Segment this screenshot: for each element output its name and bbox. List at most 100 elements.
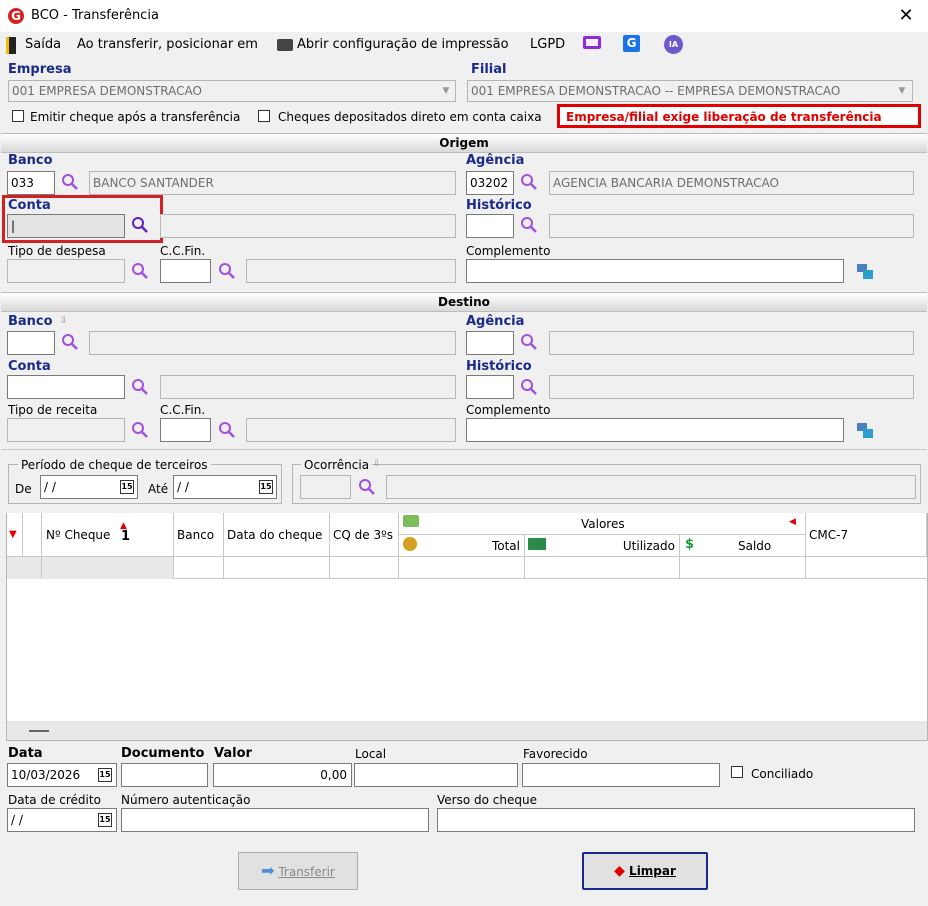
- empresa-select[interactable]: 001 EMPRESA DEMONSTRACAO: [8, 80, 456, 102]
- destino-banco-label: Banco: [8, 314, 53, 329]
- ocorrencia-code[interactable]: [300, 475, 351, 499]
- print-config-button[interactable]: Abrir configuração de impressão: [297, 38, 509, 52]
- limpar-button[interactable]: ◆ Limpar: [582, 852, 708, 890]
- position-button[interactable]: Ao transferir, posicionar em: [77, 38, 258, 52]
- grid-col-banco-label: Banco: [177, 528, 215, 542]
- grid-col-cheque[interactable]: Nº Cheque ▲ 1: [42, 513, 174, 557]
- exit-icon[interactable]: [6, 37, 16, 54]
- origem-historico-search-icon[interactable]: [520, 216, 538, 234]
- origem-tipo-input[interactable]: [7, 259, 125, 283]
- grid-col-cq-label: CQ de 3ºs: [333, 528, 393, 542]
- valor-label: Valor: [214, 746, 252, 761]
- destino-header: Destino: [1, 292, 927, 312]
- g-icon[interactable]: G: [623, 35, 640, 52]
- origem-tipo-search-icon[interactable]: [131, 262, 149, 280]
- grid-col-valores[interactable]: Valores ◀: [399, 513, 806, 535]
- collapse-icon[interactable]: ◀: [789, 517, 796, 527]
- grid-col-data-label: Data do cheque: [227, 528, 323, 542]
- documento-input[interactable]: [121, 763, 208, 787]
- table-row-cell: [174, 557, 224, 579]
- arrow-right-icon: ➡: [261, 861, 275, 880]
- destino-ccfin-search-icon[interactable]: [218, 421, 236, 439]
- origem-agencia-label: Agência: [466, 153, 525, 168]
- filial-select[interactable]: 001 EMPRESA DEMONSTRACAO -- EMPRESA DEMO…: [467, 80, 913, 102]
- destino-tipo-input[interactable]: [7, 418, 125, 442]
- empresa-value: 001 EMPRESA DEMONSTRACAO: [12, 84, 202, 98]
- valor-input[interactable]: 0,00: [213, 763, 352, 787]
- favorecido-input[interactable]: [522, 763, 720, 787]
- origem-agencia-search-icon[interactable]: [520, 173, 538, 191]
- origem-complemento-input[interactable]: [466, 259, 844, 283]
- origem-ccfin-label: C.C.Fin.: [160, 244, 206, 258]
- grid-menu-icon[interactable]: ▼: [9, 529, 17, 540]
- destino-ccfin-name: [246, 418, 456, 442]
- destino-agencia-search-icon[interactable]: [520, 333, 538, 351]
- origem-agencia-code[interactable]: 03202: [466, 171, 514, 195]
- grid-col-cq[interactable]: CQ de 3ºs: [330, 513, 399, 557]
- ocorrencia-arrow-icon: ⇩: [373, 459, 381, 469]
- lgpd-button[interactable]: LGPD: [530, 38, 565, 52]
- grid-col-data[interactable]: Data do cheque: [224, 513, 330, 557]
- destino-complemento-edit-icon[interactable]: [856, 421, 874, 439]
- destino-historico-code[interactable]: [466, 375, 514, 399]
- filial-dropdown-icon[interactable]: ▼: [894, 82, 910, 100]
- ia-button[interactable]: IA: [664, 35, 683, 54]
- origem-ccfin-input[interactable]: [160, 259, 211, 283]
- destino-historico-search-icon[interactable]: [520, 378, 538, 396]
- origem-conta-search-icon[interactable]: [131, 216, 149, 234]
- grid-col-total[interactable]: Total: [399, 535, 525, 557]
- periodo-ate-label: Até: [148, 482, 169, 496]
- destino-conta-input[interactable]: [7, 375, 125, 399]
- grid-col-marker[interactable]: ▼: [7, 513, 23, 557]
- grid-col-cmc7[interactable]: CMC-7: [806, 513, 927, 557]
- credito-calendar-icon[interactable]: 15: [98, 813, 112, 827]
- origem-banco-code[interactable]: 033: [7, 171, 55, 195]
- conciliado-checkbox[interactable]: [731, 766, 743, 778]
- destino-complemento-label: Complemento: [466, 403, 551, 417]
- destino-historico-name: [549, 375, 914, 399]
- ia-label: IA: [668, 40, 679, 49]
- origem-historico-code[interactable]: [466, 214, 514, 238]
- data-calendar-icon[interactable]: 15: [98, 768, 112, 782]
- destino-tipo-search-icon[interactable]: [131, 421, 149, 439]
- destino-banco-code[interactable]: [7, 331, 55, 355]
- local-input[interactable]: [354, 763, 518, 787]
- origem-complemento-edit-icon[interactable]: [856, 262, 874, 280]
- destino-conta-search-icon[interactable]: [131, 378, 149, 396]
- close-icon[interactable]: ✕: [896, 6, 916, 26]
- periodo-ate-calendar-icon[interactable]: 15: [259, 480, 273, 494]
- table-row-cell: [42, 557, 174, 579]
- destino-ccfin-label: C.C.Fin.: [160, 403, 206, 417]
- destino-tipo-label: Tipo de receita: [8, 403, 98, 417]
- origem-ccfin-search-icon[interactable]: [218, 262, 236, 280]
- grid-col-utilizado[interactable]: Utilizado: [525, 535, 680, 557]
- transferir-button[interactable]: ➡ Transferir: [238, 852, 358, 890]
- destino-complemento-input[interactable]: [466, 418, 844, 442]
- origem-banco-search-icon[interactable]: [61, 173, 79, 191]
- exit-button[interactable]: Saída: [25, 38, 61, 52]
- monitor-icon[interactable]: [583, 36, 601, 49]
- emitir-checkbox[interactable]: [12, 110, 24, 122]
- destino-ccfin-input[interactable]: [160, 418, 211, 442]
- window-title: BCO - Transferência: [31, 8, 159, 23]
- grid-col-saldo-label: Saldo: [738, 539, 772, 553]
- destino-banco-search-icon[interactable]: [61, 333, 79, 351]
- periodo-de-calendar-icon[interactable]: 15: [120, 480, 134, 494]
- grid-col-saldo[interactable]: $ Saldo: [680, 535, 806, 557]
- destino-agencia-code[interactable]: [466, 331, 514, 355]
- empresa-dropdown-icon[interactable]: ▼: [438, 82, 454, 100]
- table-row-cell: [330, 557, 399, 579]
- check-icon: [528, 538, 546, 550]
- origem-conta-name: [160, 214, 456, 238]
- ocorrencia-search-icon[interactable]: [358, 478, 376, 496]
- depositados-checkbox[interactable]: [258, 110, 270, 122]
- grid-col-cheque-label: Nº Cheque: [46, 528, 111, 542]
- documento-label: Documento: [121, 746, 205, 761]
- conciliado-label: Conciliado: [751, 767, 814, 781]
- autenticacao-input[interactable]: [121, 808, 429, 832]
- credito-value: / /: [11, 813, 23, 827]
- verso-input[interactable]: [437, 808, 915, 832]
- grid-footer-dash: [29, 730, 49, 732]
- grid-col-banco[interactable]: Banco: [174, 513, 224, 557]
- origem-conta-input[interactable]: |: [7, 214, 125, 238]
